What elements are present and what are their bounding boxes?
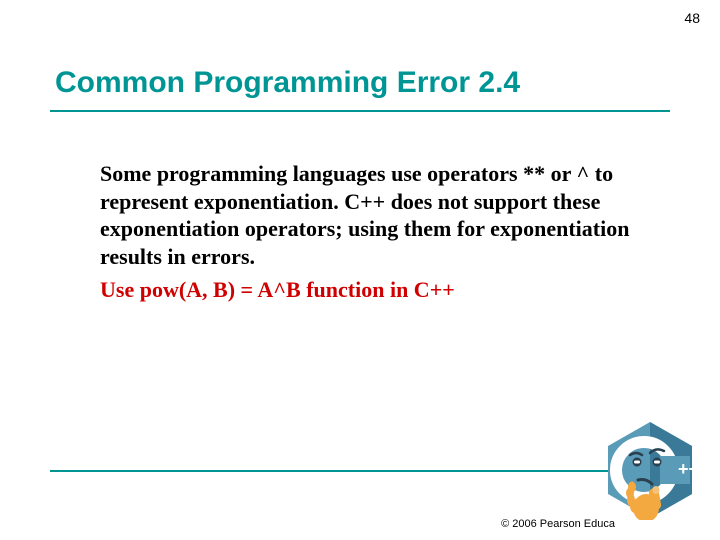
- slide-title: Common Programming Error 2.4: [55, 66, 520, 100]
- cpp-badge-text: ++: [678, 459, 699, 479]
- page-number: 48: [684, 10, 700, 26]
- body-part-1: Some programming languages use operators: [100, 161, 523, 186]
- operator-caret: ^: [576, 161, 589, 186]
- body-text: Some programming languages use operators…: [100, 160, 660, 304]
- cpp-thinking-icon: ++: [600, 420, 700, 520]
- title-divider: [50, 110, 670, 112]
- hint-text: Use pow(A, B) = A^B function in C++: [100, 276, 660, 304]
- operator-star-star: **: [523, 161, 545, 186]
- body-part-2: or: [545, 161, 576, 186]
- copyright-text: © 2006 Pearson Educa: [501, 518, 615, 530]
- footer-divider: [50, 470, 670, 472]
